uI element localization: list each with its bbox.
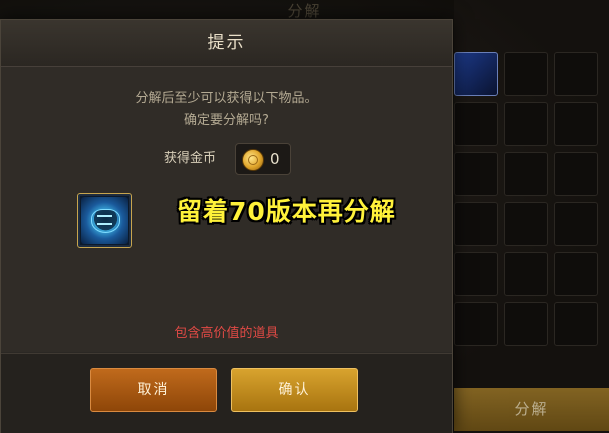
inventory-slot[interactable]	[504, 152, 548, 196]
cancel-button[interactable]: 取消	[90, 368, 217, 412]
inventory-slot[interactable]	[454, 52, 498, 96]
inventory-slot[interactable]	[554, 302, 598, 346]
inventory-slot[interactable]	[454, 202, 498, 246]
inventory-slot[interactable]	[504, 202, 548, 246]
inventory-slot[interactable]	[504, 252, 548, 296]
dialog-body: 分解后至少可以获得以下物品。 确定要分解吗? 获得金币 0 留着70版本再分解	[1, 67, 452, 352]
inventory-slot[interactable]	[454, 302, 498, 346]
inventory-slot[interactable]	[554, 102, 598, 146]
inventory-slot[interactable]	[554, 52, 598, 96]
inventory-slot[interactable]	[554, 252, 598, 296]
inventory-slot[interactable]	[454, 102, 498, 146]
gold-coin-icon	[242, 149, 264, 171]
decompose-button[interactable]: 分解	[454, 388, 609, 431]
dialog-footer: 取消 确认	[1, 353, 452, 433]
gold-label: 获得金币	[164, 151, 217, 166]
reward-item-slot[interactable]	[77, 193, 132, 248]
gold-amount-box: 0	[235, 143, 291, 175]
dialog-title: 提示	[207, 33, 246, 53]
inventory-slot[interactable]	[554, 202, 598, 246]
inventory-slot[interactable]	[504, 302, 548, 346]
dialog-header: 提示	[1, 20, 452, 67]
inventory-slot[interactable]	[554, 152, 598, 196]
inventory-grid	[454, 52, 609, 382]
inventory-slot[interactable]	[504, 102, 548, 146]
inventory-slot[interactable]	[454, 152, 498, 196]
blue-orb-item-icon	[81, 197, 128, 244]
dialog-message-line2: 确定要分解吗?	[184, 113, 269, 128]
confirm-button[interactable]: 确认	[231, 368, 358, 412]
overlay-caption: 留着70版本再分解	[177, 197, 396, 226]
inventory-slot[interactable]	[454, 252, 498, 296]
inventory-slot[interactable]	[504, 52, 548, 96]
dialog-message-line1: 分解后至少可以获得以下物品。	[135, 91, 318, 106]
gold-value: 0	[270, 150, 280, 168]
warning-text: 包含高价值的道具	[174, 326, 279, 341]
confirm-dialog: 提示 分解后至少可以获得以下物品。 确定要分解吗? 获得金币 0 留着70版本再…	[0, 19, 453, 433]
